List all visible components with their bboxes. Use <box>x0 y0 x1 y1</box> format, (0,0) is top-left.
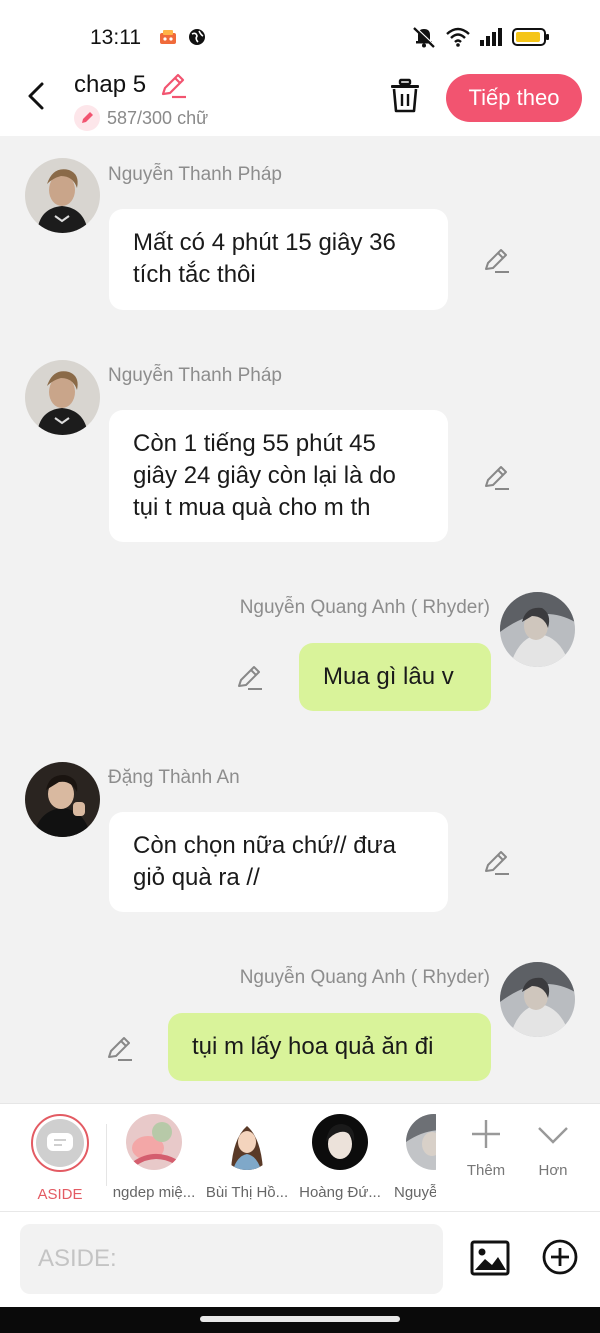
edit-message-icon[interactable] <box>483 463 511 491</box>
home-handle[interactable] <box>200 1316 400 1322</box>
image-icon[interactable] <box>470 1238 510 1278</box>
edit-message-icon[interactable] <box>106 1034 134 1062</box>
message-bubble[interactable]: Mua gì lâu v <box>299 643 491 711</box>
avatar-nguyen-quang-anh[interactable] <box>500 592 575 667</box>
chat-bubble-icon <box>36 1119 84 1167</box>
message-sender: Đặng Thành An <box>108 767 240 788</box>
character-name: ASIDE <box>37 1186 83 1203</box>
character-name: Hoàng Đứ... <box>299 1184 381 1201</box>
next-button[interactable]: Tiếp theo <box>446 74 582 122</box>
status-indicators <box>411 26 550 48</box>
signal-icon <box>480 28 502 46</box>
character-item[interactable]: Nguyễ <box>390 1114 436 1201</box>
message-sender: Nguyễn Thanh Pháp <box>108 164 282 185</box>
message-sender: Nguyễn Quang Anh ( Rhyder) <box>239 597 490 618</box>
status-time: 13:11 <box>90 26 141 49</box>
character-item[interactable]: Hoàng Đứ... <box>296 1114 384 1201</box>
add-circle-icon[interactable] <box>541 1238 579 1276</box>
plus-icon <box>472 1120 500 1148</box>
edit-message-icon[interactable] <box>236 663 264 691</box>
character-avatar <box>219 1114 275 1170</box>
system-nav-bar <box>0 1307 600 1333</box>
character-avatar <box>312 1114 368 1170</box>
word-count-text: 587/300 chữ <box>107 107 209 128</box>
add-label: Thêm <box>466 1162 506 1179</box>
message-sender: Nguyễn Quang Anh ( Rhyder) <box>239 967 490 988</box>
character-item-clip: Nguyễ <box>390 1104 436 1212</box>
edit-message-icon[interactable] <box>483 246 511 274</box>
chevron-down-icon <box>538 1127 568 1144</box>
avatar-nguyen-quang-anh[interactable] <box>500 962 575 1037</box>
word-count: 587/300 chữ <box>74 105 208 131</box>
message-bubble[interactable]: Mất có 4 phút 15 giây 36 tích tắc thôi <box>109 209 448 310</box>
composer <box>0 1211 600 1307</box>
battery-icon <box>512 28 549 46</box>
more-characters-button[interactable]: Hơn <box>523 1118 583 1179</box>
back-arrow-icon[interactable] <box>22 80 52 112</box>
character-avatar <box>126 1114 182 1170</box>
character-name: Nguyễ <box>394 1184 436 1201</box>
globe-app-icon <box>189 29 205 45</box>
character-selector: ASIDE ngdep miệ... Bùi Thị Hồ... Hoàng Đ… <box>0 1103 600 1211</box>
edit-message-icon[interactable] <box>483 848 511 876</box>
avatar-nguyen-thanh-phap[interactable] <box>25 158 100 233</box>
character-name: Bùi Thị Hồ... <box>205 1184 289 1201</box>
more-label: Hơn <box>538 1162 568 1179</box>
character-item[interactable]: ngdep miệ... <box>110 1114 198 1201</box>
avatar-nguyen-thanh-phap[interactable] <box>25 360 100 435</box>
message-bubble[interactable]: tụi m lấy hoa quả ăn đi <box>168 1013 491 1081</box>
add-character-button[interactable]: Thêm <box>456 1118 516 1179</box>
message-sender: Nguyễn Thanh Pháp <box>108 365 282 386</box>
character-item[interactable]: Bùi Thị Hồ... <box>203 1114 291 1201</box>
chapter-title[interactable]: chap 5 <box>74 71 146 99</box>
trash-icon[interactable] <box>388 78 422 114</box>
wifi-icon <box>446 27 470 47</box>
message-bubble[interactable]: Còn 1 tiếng 55 phút 45 giây 24 giây còn … <box>109 410 448 542</box>
avatar-dang-thanh-an[interactable] <box>25 762 100 837</box>
pencil-badge-icon <box>74 105 100 131</box>
message-input[interactable] <box>20 1224 443 1294</box>
game-app-icon <box>160 30 176 44</box>
edit-title-icon[interactable] <box>158 72 188 100</box>
character-aside[interactable]: ASIDE <box>16 1114 104 1203</box>
aside-selected-ring <box>31 1114 89 1172</box>
chapter-header: chap 5 587/300 chữ Tiếp theo <box>0 66 600 136</box>
mute-icon <box>413 26 436 48</box>
message-bubble[interactable]: Còn chọn nữa chứ// đưa giỏ quà ra // <box>109 812 448 912</box>
divider <box>106 1124 107 1186</box>
character-name: ngdep miệ... <box>112 1184 196 1201</box>
character-avatar <box>406 1114 436 1170</box>
status-bar: 13:11 <box>0 0 600 66</box>
